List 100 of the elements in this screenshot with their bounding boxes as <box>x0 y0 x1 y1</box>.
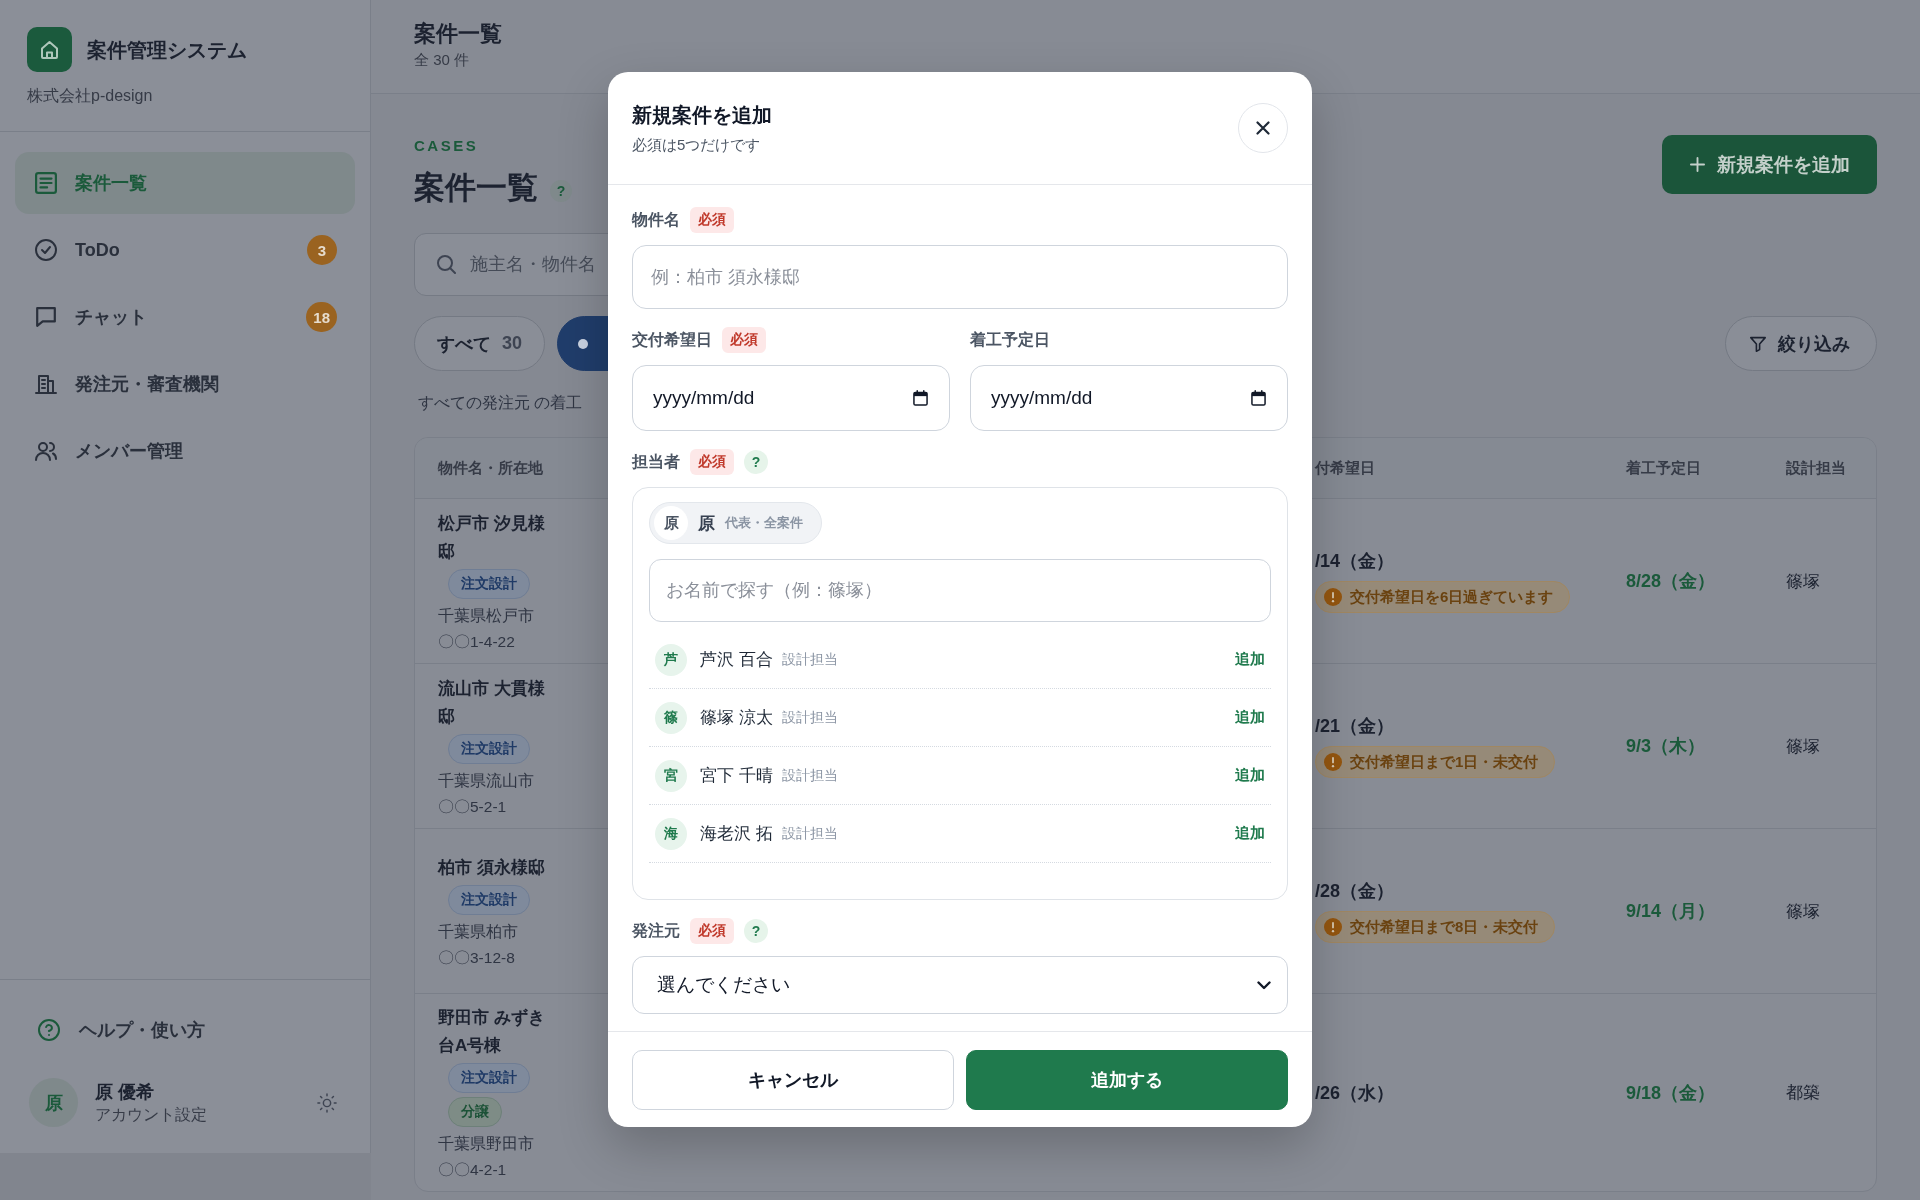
chip-name: 原 <box>698 512 715 535</box>
help-link[interactable]: ヘルプ・使い方 <box>15 1010 205 1050</box>
property-name: 松戸市 汐見様邸 <box>438 512 546 563</box>
section-label: CASES <box>414 137 479 155</box>
app-title: 案件管理システム <box>87 37 247 63</box>
alert-icon <box>1324 918 1342 936</box>
filter-chip[interactable]: すべて 30 <box>414 316 546 371</box>
help-button[interactable]: ? <box>744 919 768 943</box>
filter-button[interactable]: 絞り込み <box>1725 316 1877 371</box>
address-line: 千葉県野田市 <box>438 1134 534 1154</box>
help-button[interactable]: ? <box>744 450 768 474</box>
close-icon <box>1256 121 1270 135</box>
chip-avatar: 原 <box>654 506 688 540</box>
member-avatar: 海 <box>655 817 687 850</box>
column-header: 設計担当 <box>1786 458 1846 478</box>
dialog-title: 新規案件を追加 <box>632 103 772 128</box>
help-icon <box>38 1019 60 1041</box>
date-field[interactable]: yyyy/mm/dd <box>632 365 950 431</box>
type-tag: 注文設計 <box>448 1063 530 1093</box>
page-title: 案件一覧 <box>414 20 502 48</box>
column-header: 物件名・所在地 <box>438 458 543 478</box>
alert-text: 交付希望日まで8日・未交付 <box>1350 917 1539 937</box>
required-badge: 必須 <box>722 327 766 353</box>
date-field[interactable]: yyyy/mm/dd <box>970 365 1288 431</box>
add-link[interactable]: 追加 <box>1235 708 1265 727</box>
member-avatar: 宮 <box>655 759 687 792</box>
member-avatar: 篠 <box>655 701 687 734</box>
alert-icon <box>1324 753 1342 771</box>
type-tag: 分譲 <box>448 1097 502 1127</box>
type-tag: 注文設計 <box>448 884 530 915</box>
designer-name: 篠塚 <box>1786 900 1820 923</box>
property-name-input[interactable]: 例：柏市 須永様邸 <box>632 245 1288 309</box>
nav-item[interactable]: チャット 18 <box>15 286 355 348</box>
add-case-button[interactable]: 新規案件を追加 <box>1662 135 1877 194</box>
count-badge: 3 <box>307 235 337 265</box>
cancel-button[interactable]: キャンセル <box>632 1050 954 1110</box>
required-badge: 必須 <box>690 918 734 944</box>
chip-role: 代表・全案件 <box>725 514 803 532</box>
address-line: 千葉県松戸市 <box>438 605 534 626</box>
member-role: 設計担当 <box>781 766 838 785</box>
designer-name: 篠塚 <box>1786 570 1820 593</box>
member-search-input[interactable]: お名前で探す（例：篠塚） <box>649 559 1271 622</box>
user-name: 原 優希 <box>95 1080 154 1104</box>
start-date: 9/14（月） <box>1626 900 1716 923</box>
alert-text: 交付希望日まで1日・未交付 <box>1350 752 1539 772</box>
address-line: 千葉県柏市 <box>438 921 518 942</box>
designer-name: 都築 <box>1786 1082 1820 1104</box>
dialog-subtitle: 必須は5つだけです <box>632 135 761 155</box>
add-link[interactable]: 追加 <box>1235 650 1265 669</box>
field-label: 物件名 <box>632 209 680 230</box>
dot-icon <box>578 338 589 349</box>
count-badge: 18 <box>306 302 337 332</box>
type-tag: 注文設計 <box>448 733 530 764</box>
building-icon <box>35 373 57 395</box>
case-count: 全 30 件 <box>414 50 470 70</box>
property-name: 柏市 須永様邸 <box>438 856 545 879</box>
start-date: 9/18（金） <box>1626 1081 1716 1105</box>
member-role: 設計担当 <box>781 708 838 727</box>
member-role: 設計担当 <box>781 650 838 669</box>
company-name: 株式会社p-design <box>27 86 153 106</box>
sun-icon[interactable] <box>317 1092 337 1113</box>
summary-text: すべての発注元 の着工 <box>418 393 583 413</box>
due-date: /26（水） <box>1315 1081 1395 1105</box>
type-tag: 注文設計 <box>448 568 530 599</box>
property-name: 野田市 みずき台A号棟 <box>438 1007 546 1057</box>
required-badge: 必須 <box>690 449 734 475</box>
check-circle-icon <box>35 239 57 261</box>
submit-button[interactable]: 追加する <box>966 1050 1288 1110</box>
filter-icon <box>1750 335 1766 352</box>
due-date: /21（金） <box>1315 715 1395 738</box>
account-link[interactable]: アカウント設定 <box>95 1103 207 1126</box>
page-heading: 案件一覧 <box>414 169 538 207</box>
search-icon <box>436 254 456 274</box>
designer-name: 篠塚 <box>1786 735 1820 758</box>
home-icon <box>27 27 72 72</box>
nav-item[interactable]: 発注元・審査機関 <box>15 353 355 415</box>
alert-text: 交付希望日を6日過ぎています <box>1350 587 1554 607</box>
required-badge: 必須 <box>690 207 734 233</box>
field-label: 交付希望日 <box>632 329 712 350</box>
chevron-icon <box>1257 980 1271 990</box>
address-line: 千葉県流山市 <box>438 770 534 791</box>
nav-item[interactable]: ToDo 3 <box>15 219 355 281</box>
member-avatar: 芦 <box>655 643 687 676</box>
calendar-icon <box>1251 390 1266 406</box>
member-name: 芦沢 百合 <box>700 649 773 671</box>
member-role: 設計担当 <box>781 824 838 843</box>
start-date: 8/28（金） <box>1626 570 1716 593</box>
add-link[interactable]: 追加 <box>1235 824 1265 843</box>
start-date: 9/3（木） <box>1626 735 1706 758</box>
client-select[interactable]: 選んでください <box>632 956 1288 1014</box>
people-icon <box>35 440 57 462</box>
column-header: 付希望日 <box>1315 458 1375 478</box>
nav-item[interactable]: メンバー管理 <box>15 420 355 482</box>
column-header: 着工予定日 <box>1626 458 1701 478</box>
close-button[interactable] <box>1238 103 1288 153</box>
due-date: /28（金） <box>1315 880 1395 903</box>
property-name: 流山市 大貫様邸 <box>438 677 546 728</box>
add-link[interactable]: 追加 <box>1235 766 1265 785</box>
assignee-chip[interactable]: 原 原 代表・全案件 <box>649 502 822 544</box>
due-date: /14（金） <box>1315 550 1395 573</box>
